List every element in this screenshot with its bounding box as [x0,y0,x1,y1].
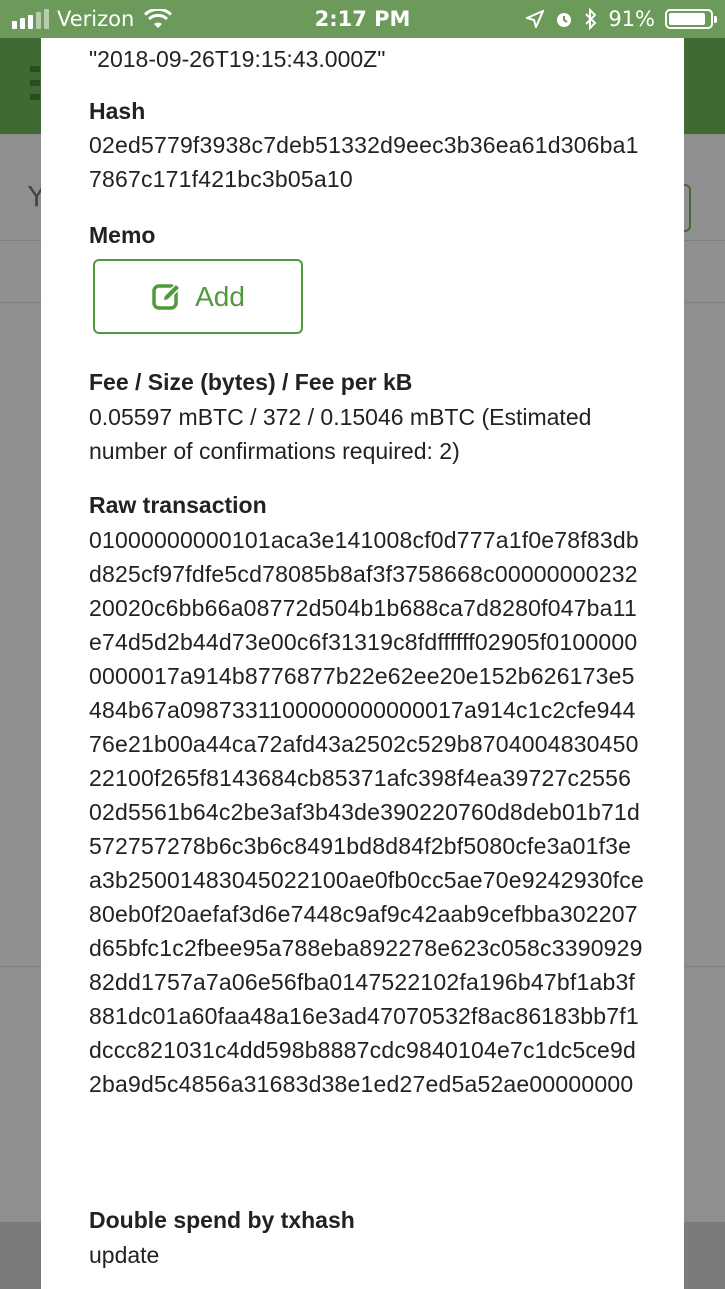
transaction-details-modal[interactable]: "2018-09-26T19:15:43.000Z" Hash 02ed5779… [41,38,684,1289]
location-arrow-icon [526,10,545,28]
raw-transaction-value: 01000000000101aca3e141008cf0d777a1f0e78f… [89,527,644,1097]
add-memo-button[interactable]: Add [93,259,303,334]
double-spend-value: update [89,1242,160,1268]
edit-icon [152,282,182,310]
alarm-icon [557,13,572,27]
status-bar: Verizon 2:17 PM 91% [0,0,725,38]
timestamp-value: "2018-09-26T19:15:43.000Z" [89,46,386,72]
raw-transaction-label: Raw transaction [89,492,267,518]
add-button-label: Add [195,280,245,312]
hash-label: Hash [89,98,146,124]
battery-icon [665,9,717,29]
fee-value: 0.05597 mBTC / 372 / 0.15046 mBTC (Estim… [89,404,592,464]
battery-percent: 91% [608,7,655,31]
bluetooth-icon [585,8,597,30]
memo-label: Memo [89,222,156,248]
menu-icon [30,66,40,108]
hash-value: 02ed5779f3938c7deb51332d9eec3b36ea61d306… [89,132,639,192]
double-spend-label: Double spend by txhash [89,1207,355,1233]
fee-label: Fee / Size (bytes) / Fee per kB [89,369,413,395]
